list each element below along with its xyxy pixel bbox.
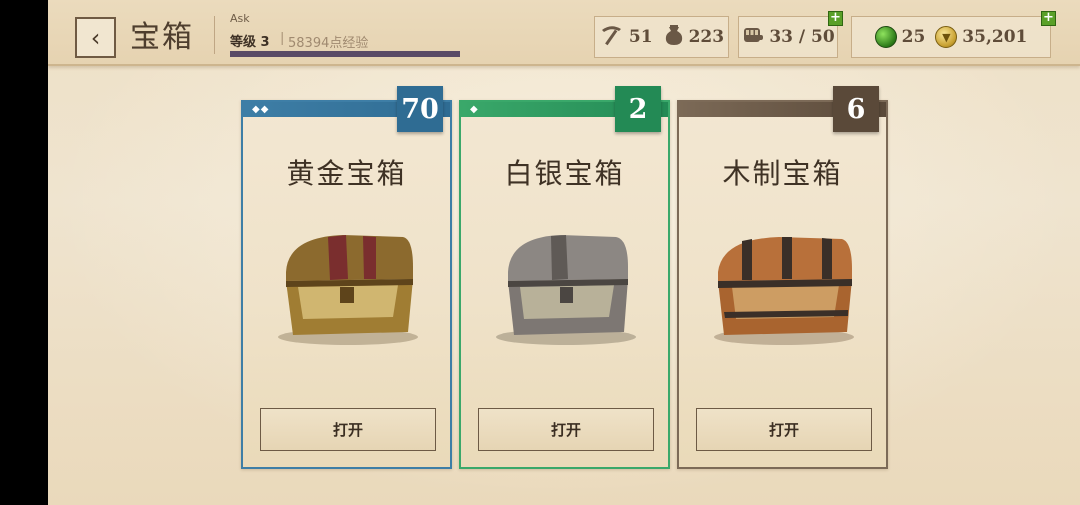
chest-name: 木制宝箱 [722,157,843,190]
chest-count-badge: 2 [615,86,661,132]
chest-card-gold[interactable]: ◆◆ 70 黄金宝箱 打开 [241,86,452,469]
coin-icon: ▼ [935,26,958,48]
bag-icon [663,24,685,51]
page-title: 宝箱 [130,20,194,55]
materials-counter[interactable]: 51 223 [594,16,729,58]
chest-count-badge: 6 [833,86,879,132]
gold-value: 35,201 [962,27,1028,47]
add-currency-button[interactable]: + [1041,11,1056,26]
open-button[interactable]: 打开 [696,408,872,451]
divider [214,16,215,54]
open-button[interactable]: 打开 [478,408,654,451]
chest-screen: ‹ 宝箱 Ask 等级 3 | 58394点经验 51 223 33 / 50 … [48,0,1080,505]
chevron-left-icon: ‹ [90,23,101,52]
pickaxe-value: 51 [628,27,653,47]
chest-name: 黄金宝箱 [286,157,407,190]
chest-card-wood[interactable]: 6 木制宝箱 打开 [677,86,888,469]
currency-counter[interactable]: 25 ▼ 35,201 + [851,11,1056,58]
xp-progress-bar [230,51,460,57]
back-button[interactable]: ‹ [75,17,116,58]
wooden-chest-icon [704,207,864,357]
add-capacity-button[interactable]: + [828,11,843,26]
rarity-diamonds: ◆ [470,104,479,115]
capacity-value: 33 / 50 [769,27,835,47]
capacity-counter[interactable]: 33 / 50 + [738,11,843,58]
gold-chest-icon [268,207,428,357]
chest-name: 白银宝箱 [504,157,625,190]
pickaxe-icon [599,24,625,51]
player-xp: 58394点经验 [288,36,369,51]
player-name: Ask [230,12,250,25]
level-separator: | [280,31,285,46]
gem-value: 25 [901,27,926,47]
gem-icon [874,26,897,48]
top-bar: ‹ 宝箱 Ask 等级 3 | 58394点经验 51 223 33 / 50 … [48,0,1080,66]
chest-count-badge: 70 [397,86,443,132]
xp-progress-fill [230,51,460,57]
fist-icon [741,24,765,51]
open-button[interactable]: 打开 [260,408,436,451]
silver-chest-icon [486,207,646,357]
rarity-diamonds: ◆◆ [252,104,270,115]
chest-card-silver[interactable]: ◆ 2 白银宝箱 打开 [459,86,670,469]
bag-value: 223 [688,27,725,47]
player-level: 等级 3 [230,35,270,50]
